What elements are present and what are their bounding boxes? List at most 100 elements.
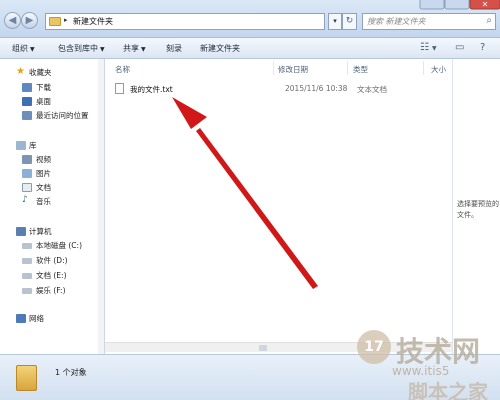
- burn-button[interactable]: 刻录: [166, 43, 182, 54]
- sidebar-item-downloads[interactable]: 下载: [0, 81, 104, 94]
- folder-icon: [49, 17, 61, 26]
- sidebar-item-label: 计算机: [29, 227, 52, 236]
- network-icon: [16, 314, 26, 323]
- sidebar-item-network[interactable]: 网络: [0, 312, 104, 325]
- music-icon: ♪: [22, 195, 28, 205]
- computer-icon: [16, 227, 26, 236]
- sidebar-item-label: 文档 (E:): [36, 271, 67, 280]
- sidebar-item-videos[interactable]: 视频: [0, 153, 104, 166]
- address-path: 新建文件夹: [73, 17, 113, 26]
- file-type: 文本文档: [357, 85, 387, 94]
- burn-label: 刻录: [166, 44, 182, 53]
- drive-icon: [22, 273, 32, 279]
- chevron-right-icon: ▸: [64, 16, 68, 24]
- organize-button[interactable]: 组织 ▼: [12, 43, 35, 54]
- sidebar-item-recent[interactable]: 最近访问的位置: [0, 109, 104, 122]
- preview-empty-text: 选择要预览的文件。: [457, 200, 499, 219]
- file-name: 我的文件.txt: [130, 85, 173, 94]
- sidebar-item-label: 收藏夹: [29, 68, 52, 77]
- sidebar-item-label: 本地磁盘 (C:): [36, 241, 82, 250]
- documents-icon: [22, 183, 32, 192]
- desktop-icon: [22, 97, 32, 106]
- search-placeholder: 搜索 新建文件夹: [367, 17, 426, 26]
- preview-pane-icon[interactable]: ▭: [455, 42, 464, 53]
- drive-icon: [22, 258, 32, 264]
- close-icon: ✕: [482, 0, 489, 9]
- sidebar-item-desktop[interactable]: 桌面: [0, 95, 104, 108]
- preview-pane: 大小 选择要预览的文件。: [431, 59, 500, 354]
- window-controls: ✕: [419, 0, 500, 10]
- address-dropdown-button[interactable]: ▾: [328, 13, 342, 30]
- column-divider[interactable]: [423, 61, 424, 75]
- sidebar-item-documents[interactable]: 文档: [0, 181, 104, 194]
- sidebar-item-drive-f[interactable]: 娱乐 (F:): [0, 284, 104, 297]
- sidebar-item-drive-c[interactable]: 本地磁盘 (C:): [0, 239, 104, 252]
- view-options-icon[interactable]: ☷: [420, 42, 429, 53]
- forward-button[interactable]: ▶: [21, 12, 38, 29]
- sidebar-item-label: 软件 (D:): [36, 256, 68, 265]
- downloads-icon: [22, 83, 32, 92]
- column-header-modified[interactable]: 修改日期: [278, 64, 308, 75]
- drive-icon: [22, 288, 32, 294]
- share-button[interactable]: 共享 ▼: [123, 43, 146, 54]
- chevron-down-icon: ▼: [100, 46, 105, 53]
- scrollbar-thumb[interactable]: [259, 345, 267, 351]
- share-label: 共享: [123, 44, 139, 53]
- sidebar-item-libraries[interactable]: 库: [0, 139, 104, 152]
- chevron-down-icon: ▼: [141, 46, 146, 53]
- sidebar-scrollbar[interactable]: [98, 59, 104, 354]
- sidebar-item-label: 视频: [36, 155, 51, 164]
- sidebar-item-label: 下载: [36, 83, 51, 92]
- minimize-button[interactable]: [419, 0, 445, 10]
- sidebar-item-label: 文档: [36, 183, 51, 192]
- file-modified: 2015/11/6 10:38: [285, 84, 348, 93]
- chevron-down-icon[interactable]: ▼: [432, 45, 437, 52]
- include-in-library-label: 包含到库中: [58, 44, 98, 53]
- folder-icon: [16, 365, 37, 391]
- sidebar-item-label: 音乐: [36, 197, 51, 206]
- navigation-pane: ★ 收藏夹 下载 桌面 最近访问的位置 库 视频 图片 文档 ♪ 音乐 计算机 …: [0, 59, 104, 354]
- star-icon: ★: [16, 66, 25, 77]
- text-file-icon: [115, 83, 124, 94]
- sidebar-item-label: 最近访问的位置: [36, 111, 89, 120]
- recent-places-icon: [22, 111, 32, 120]
- search-input[interactable]: 搜索 新建文件夹 ⌕: [362, 13, 496, 30]
- sidebar-item-label: 网络: [29, 314, 44, 323]
- watermark-logo: 17: [357, 330, 391, 364]
- sidebar-item-favorites[interactable]: ★ 收藏夹: [0, 66, 104, 79]
- column-header-size[interactable]: 大小: [431, 64, 446, 75]
- video-icon: [22, 155, 32, 164]
- column-header-type[interactable]: 类型: [353, 64, 368, 75]
- back-button[interactable]: ◀: [4, 12, 21, 29]
- pictures-icon: [22, 169, 32, 178]
- sidebar-item-label: 库: [29, 141, 37, 150]
- column-divider[interactable]: [347, 61, 348, 75]
- new-folder-button[interactable]: 新建文件夹: [200, 43, 240, 54]
- sidebar-item-label: 图片: [36, 169, 51, 178]
- address-bar[interactable]: ▸ 新建文件夹: [45, 13, 325, 30]
- help-icon[interactable]: ?: [480, 42, 485, 53]
- watermark-site: 脚本之家: [408, 380, 488, 400]
- sidebar-item-pictures[interactable]: 图片: [0, 167, 104, 180]
- new-folder-label: 新建文件夹: [200, 44, 240, 53]
- sidebar-item-label: 娱乐 (F:): [36, 286, 66, 295]
- organize-label: 组织: [12, 44, 28, 53]
- refresh-button[interactable]: ↻: [342, 13, 357, 30]
- search-icon: ⌕: [486, 15, 492, 26]
- title-bar: ◀ ▶ ▸ 新建文件夹 ▾ ↻ 搜索 新建文件夹 ⌕ ✕: [0, 0, 500, 38]
- table-row[interactable]: 我的文件.txt 2015/11/6 10:38 文本文档: [113, 81, 448, 96]
- sidebar-item-label: 桌面: [36, 97, 51, 106]
- maximize-button[interactable]: [444, 0, 470, 10]
- column-header-name[interactable]: 名称: [115, 64, 130, 75]
- column-divider[interactable]: [273, 61, 274, 75]
- item-count: 1 个对象: [55, 368, 87, 377]
- sidebar-item-drive-e[interactable]: 文档 (E:): [0, 269, 104, 282]
- command-bar: 组织 ▼ 包含到库中 ▼ 共享 ▼ 刻录 新建文件夹 ☷ ▼ ▭ ?: [0, 38, 500, 59]
- drive-icon: [22, 243, 32, 249]
- sidebar-item-computer[interactable]: 计算机: [0, 225, 104, 238]
- library-icon: [16, 141, 26, 150]
- sidebar-item-drive-d[interactable]: 软件 (D:): [0, 254, 104, 267]
- sidebar-item-music[interactable]: ♪ 音乐: [0, 195, 104, 208]
- include-in-library-button[interactable]: 包含到库中 ▼: [58, 43, 105, 54]
- file-list: 名称 修改日期 类型 我的文件.txt 2015/11/6 10:38 文本文档: [105, 59, 452, 354]
